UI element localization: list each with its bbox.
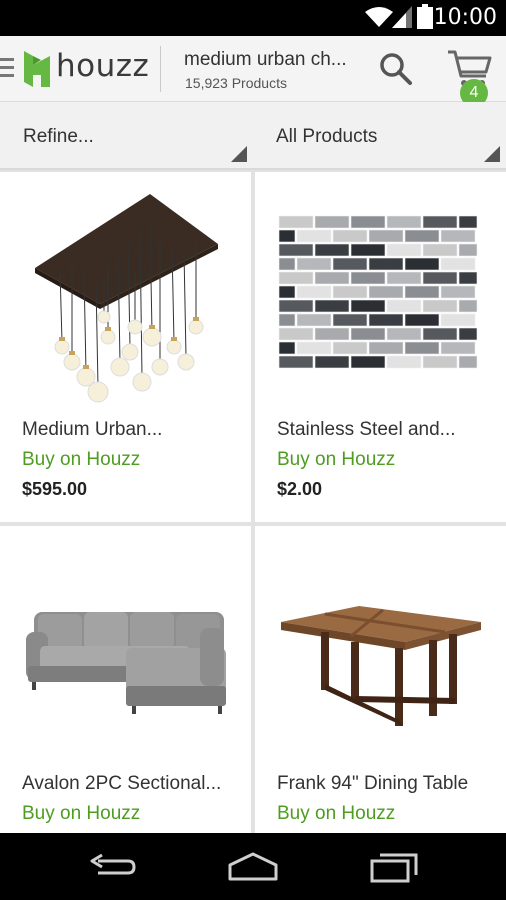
product-card[interactable]: Stainless Steel and... Buy on Houzz $2.0…: [255, 172, 506, 522]
buy-on-houzz-link[interactable]: Buy on Houzz: [22, 449, 140, 471]
product-grid: Medium Urban... Buy on Houzz $595.00 Sta…: [0, 170, 506, 833]
back-icon[interactable]: [88, 853, 136, 881]
product-image[interactable]: [0, 182, 251, 410]
system-nav-bar: [0, 833, 506, 900]
product-title[interactable]: Medium Urban...: [22, 419, 237, 441]
product-card[interactable]: Frank 94" Dining Table Buy on Houzz: [255, 526, 506, 833]
cell-signal-icon: [392, 6, 412, 28]
filter-bar: Refine... All Products: [0, 102, 506, 170]
refine-label: Refine...: [23, 126, 94, 147]
product-image[interactable]: [255, 182, 506, 410]
product-image[interactable]: [255, 536, 506, 764]
search-icon[interactable]: [379, 52, 413, 86]
home-icon[interactable]: [226, 851, 280, 881]
recent-apps-icon[interactable]: [370, 849, 420, 883]
menu-icon[interactable]: [0, 58, 14, 78]
houzz-logo-text[interactable]: houzz: [56, 48, 149, 84]
product-count: 15,923 Products: [185, 75, 287, 91]
product-price: $2.00: [277, 479, 323, 499]
dropdown-corner-icon: [231, 146, 247, 162]
category-dropdown[interactable]: All Products: [253, 102, 506, 168]
houzz-logo-icon[interactable]: [24, 51, 50, 87]
app-bar: houzz medium urban ch... 15,923 Products…: [0, 36, 506, 107]
product-card[interactable]: Avalon 2PC Sectional... Buy on Houzz: [0, 526, 251, 833]
status-time: 10:00: [433, 5, 497, 30]
buy-on-houzz-link[interactable]: Buy on Houzz: [22, 803, 140, 825]
buy-on-houzz-link[interactable]: Buy on Houzz: [277, 803, 395, 825]
product-title[interactable]: Frank 94" Dining Table: [277, 773, 492, 795]
search-query-text[interactable]: medium urban ch...: [184, 49, 347, 71]
status-bar: 10:00: [0, 0, 506, 36]
app-bar-divider: [160, 46, 161, 92]
product-title[interactable]: Avalon 2PC Sectional...: [22, 773, 237, 795]
product-title[interactable]: Stainless Steel and...: [277, 419, 492, 441]
product-card[interactable]: Medium Urban... Buy on Houzz $595.00: [0, 172, 251, 522]
wifi-icon: [365, 7, 393, 27]
product-image[interactable]: [0, 536, 251, 764]
battery-icon: [417, 4, 433, 29]
buy-on-houzz-link[interactable]: Buy on Houzz: [277, 449, 395, 471]
dropdown-corner-icon: [484, 146, 500, 162]
category-label: All Products: [276, 126, 378, 147]
product-price: $595.00: [22, 479, 88, 499]
refine-dropdown[interactable]: Refine...: [0, 102, 253, 168]
